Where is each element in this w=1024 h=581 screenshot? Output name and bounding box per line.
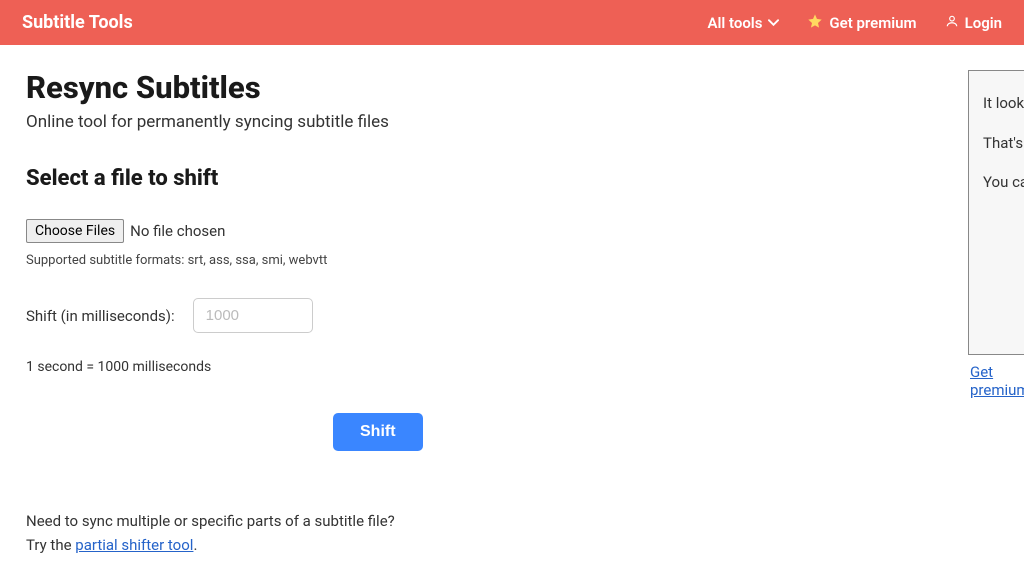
page-title: Resync Subtitles — [26, 69, 998, 106]
shift-submit-button[interactable]: Shift — [333, 413, 423, 451]
footer-line2-prefix: Try the — [26, 536, 75, 554]
adblock-notice-box: It looks like you're using an ad blocker… — [968, 70, 1024, 355]
file-input-row: Choose Files No file chosen — [26, 219, 998, 243]
sidebar-panel: It looks like you're using an ad blocker… — [968, 70, 1024, 399]
chevron-down-icon — [768, 14, 779, 32]
nav-login-label: Login — [965, 14, 1002, 32]
supported-formats-text: Supported subtitle formats: srt, ass, ss… — [26, 253, 998, 268]
notice-line3: You can support us by getting premium. — [983, 170, 1024, 196]
section-title: Select a file to shift — [26, 166, 998, 191]
nav-get-premium[interactable]: Get premium — [807, 13, 916, 33]
star-icon — [807, 13, 823, 33]
shift-label: Shift (in milliseconds): — [26, 307, 175, 325]
nav-all-tools[interactable]: All tools — [707, 14, 779, 32]
header: Subtitle Tools All tools Get premium Log… — [0, 0, 1024, 45]
choose-files-button[interactable]: Choose Files — [26, 219, 124, 243]
footer-line1: Need to sync multiple or specific parts … — [26, 512, 395, 530]
brand-title[interactable]: Subtitle Tools — [22, 12, 707, 33]
notice-line2: That's okay. — [983, 131, 1024, 157]
file-status-text: No file chosen — [130, 222, 225, 240]
page-subtitle: Online tool for permanently syncing subt… — [26, 112, 998, 132]
footer-text: Need to sync multiple or specific parts … — [26, 509, 998, 557]
sidebar-get-premium-link[interactable]: Get premium — [968, 363, 1024, 399]
nav-login[interactable]: Login — [945, 14, 1002, 32]
main-content: Resync Subtitles Online tool for permane… — [0, 45, 1024, 581]
shift-input-row: Shift (in milliseconds): — [26, 298, 998, 333]
user-icon — [945, 14, 959, 32]
footer-line2-suffix: . — [193, 536, 197, 554]
nav: All tools Get premium Login — [707, 13, 1002, 33]
partial-shifter-link[interactable]: partial shifter tool — [75, 536, 193, 554]
submit-row: Shift — [333, 413, 998, 451]
nav-get-premium-label: Get premium — [829, 14, 916, 32]
nav-all-tools-label: All tools — [707, 14, 762, 32]
notice-line1: It looks like you're using an ad blocker… — [983, 91, 1024, 117]
conversion-hint: 1 second = 1000 milliseconds — [26, 359, 998, 375]
shift-ms-input[interactable] — [193, 298, 313, 333]
